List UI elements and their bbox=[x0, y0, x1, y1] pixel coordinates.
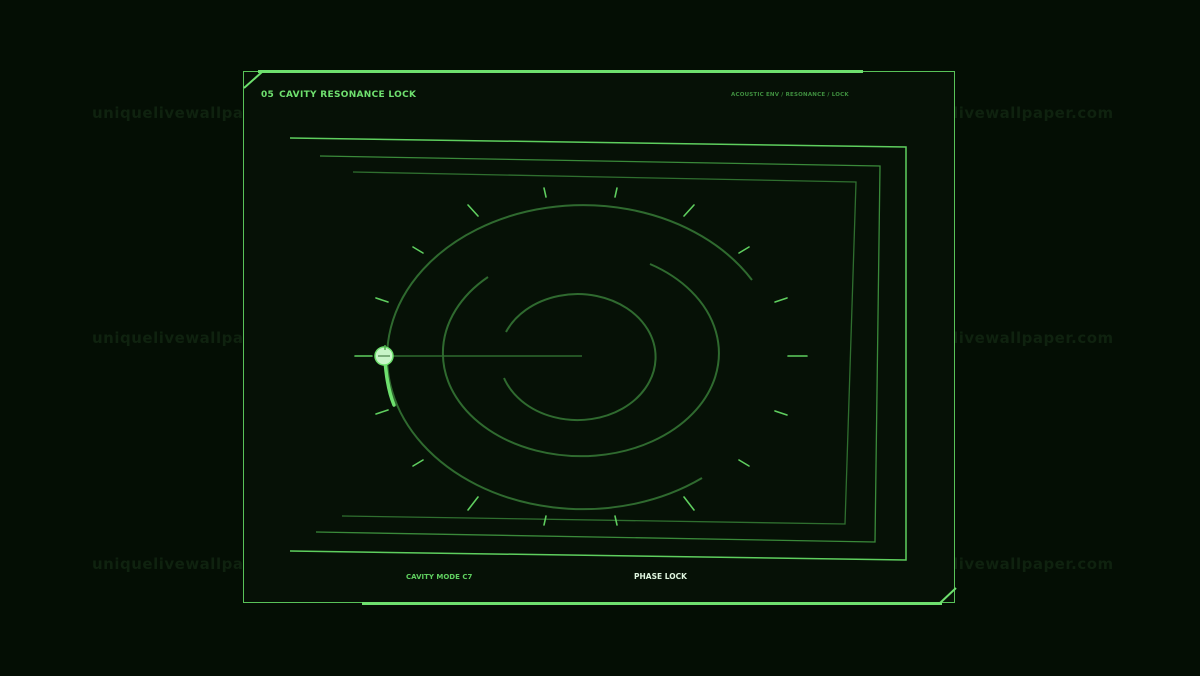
panel-title: 05 CAVITY RESONANCE LOCK bbox=[261, 90, 416, 100]
corner-bracket-icon bbox=[939, 587, 957, 604]
inner-ring bbox=[503, 293, 657, 422]
breadcrumb: ACOUSTIC ENV / RESONANCE / LOCK bbox=[731, 92, 849, 98]
dial-tick bbox=[774, 410, 788, 416]
dial-tick bbox=[467, 496, 479, 511]
dial-tick bbox=[774, 297, 788, 303]
dial-tick bbox=[683, 204, 695, 217]
cavity-mode-label: CAVITY MODE C7 bbox=[406, 573, 473, 581]
dial-tick bbox=[683, 496, 695, 511]
resonance-rings bbox=[386, 204, 753, 511]
wallpaper-stage: uniquelivewallpaper.com uniquelivewallpa… bbox=[0, 0, 1200, 676]
dial-tick bbox=[614, 515, 618, 526]
cavity-resonance-visual bbox=[243, 71, 957, 604]
corner-bracket-icon bbox=[243, 71, 263, 89]
dial-tick bbox=[738, 246, 750, 254]
phase-marker-icon bbox=[374, 345, 394, 366]
middle-ring bbox=[441, 263, 720, 458]
dial-tick bbox=[543, 515, 547, 526]
dial-tick bbox=[614, 187, 618, 198]
panel-number: 05 bbox=[261, 90, 275, 100]
dial-tick bbox=[738, 459, 750, 467]
dial-tick bbox=[412, 246, 424, 254]
panel-title-text: CAVITY RESONANCE LOCK bbox=[279, 90, 417, 100]
frame-middle bbox=[315, 155, 881, 543]
dial-tick bbox=[375, 297, 389, 303]
dial-tick bbox=[543, 187, 547, 198]
dial-tick bbox=[375, 409, 389, 415]
dial-tick bbox=[467, 204, 479, 217]
frame-inner bbox=[341, 171, 857, 525]
phase-lock-status: PHASE LOCK bbox=[634, 572, 687, 581]
outer-ring bbox=[386, 204, 753, 511]
dial-tick bbox=[412, 459, 424, 467]
phase-arc-highlight bbox=[383, 358, 396, 407]
